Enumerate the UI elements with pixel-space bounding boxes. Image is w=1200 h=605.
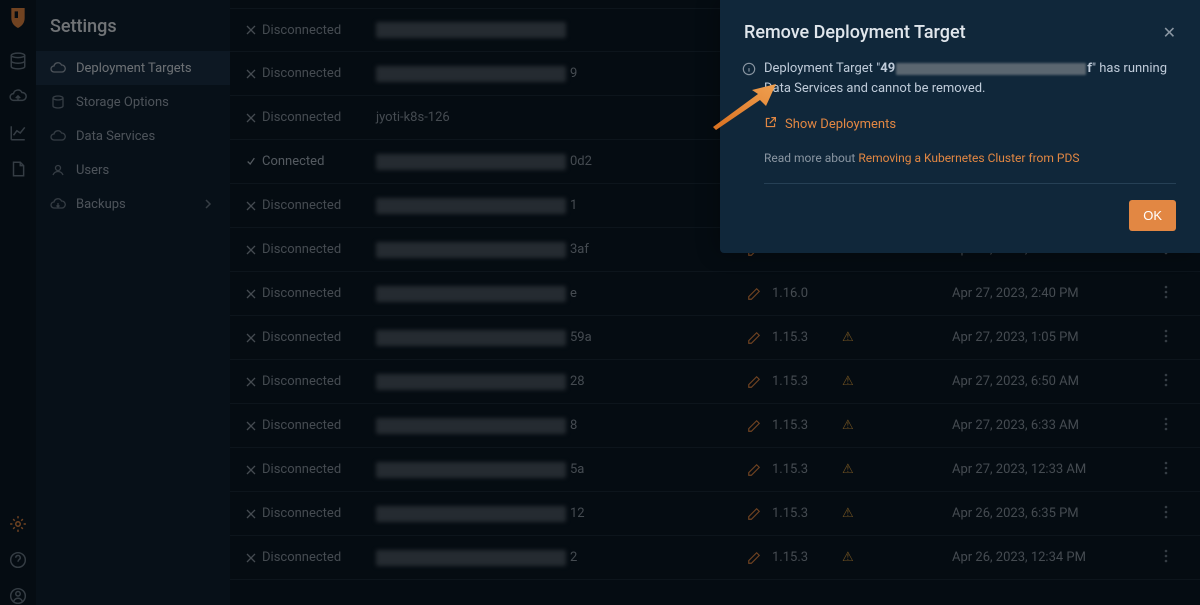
modal-help-text: Read more about Removing a Kubernetes Cl… — [764, 151, 1176, 184]
remove-target-modal: Remove Deployment Target ✕ Deployment Ta… — [720, 0, 1200, 253]
modal-title: Remove Deployment Target — [744, 22, 1163, 43]
show-deployments-link[interactable]: Show Deployments — [764, 116, 1176, 133]
modal-message: Deployment Target "49f" has running Data… — [764, 59, 1176, 98]
external-link-icon — [764, 116, 777, 133]
ok-button[interactable]: OK — [1129, 200, 1176, 231]
docs-link[interactable]: Removing a Kubernetes Cluster from PDS — [858, 151, 1079, 165]
redacted-id — [896, 63, 1086, 75]
close-icon[interactable]: ✕ — [1163, 23, 1176, 42]
info-icon — [742, 61, 756, 80]
